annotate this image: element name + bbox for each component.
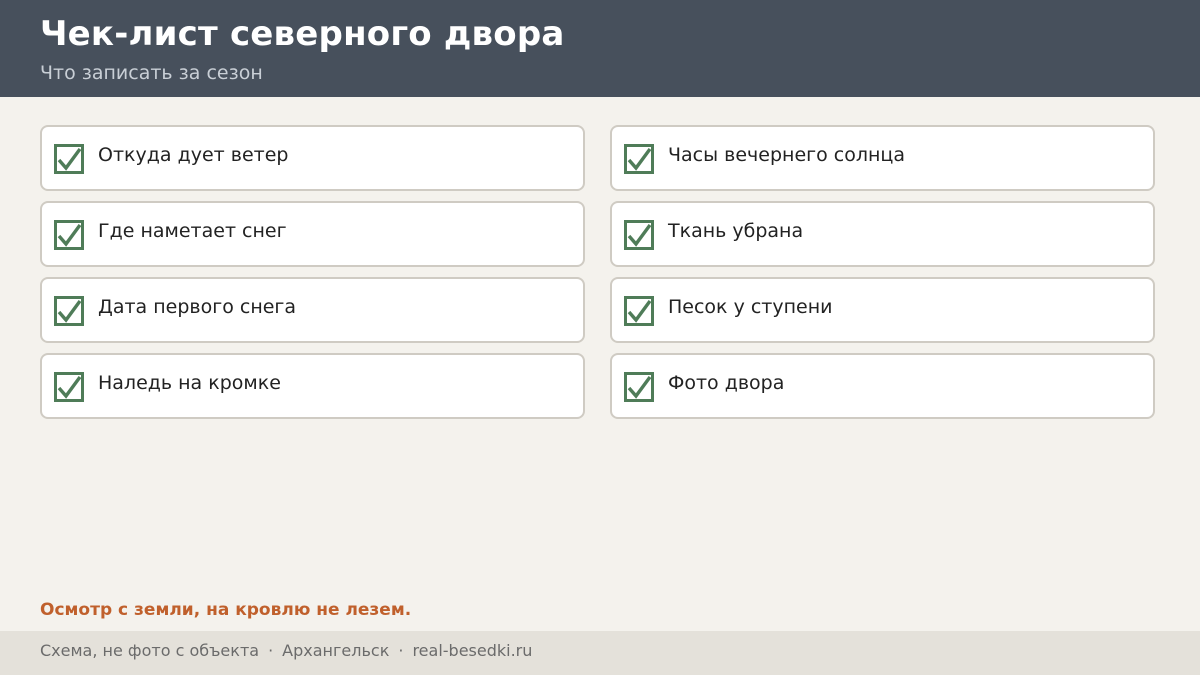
checklist-item-label: Песок у ступени (668, 296, 833, 318)
checkmark-icon[interactable] (624, 144, 654, 174)
checklist-item[interactable]: Ткань убрана (610, 201, 1155, 267)
safety-note: Осмотр с земли, на кровлю не лезем. (40, 600, 412, 620)
checklist-item[interactable]: Песок у ступени (610, 277, 1155, 343)
checkmark-icon[interactable] (54, 220, 84, 250)
checklist-item[interactable]: Дата первого снега (40, 277, 585, 343)
header-bar: Чек-лист северного двора Что записать за… (0, 0, 1200, 97)
checklist-item-label: Фото двора (668, 372, 785, 394)
footer-caption: Схема, не фото с объекта (40, 641, 260, 660)
checklist-item[interactable]: Фото двора (610, 353, 1155, 419)
page-subtitle: Что записать за сезон (40, 62, 263, 84)
checklist-item-label: Часы вечернего солнца (668, 144, 905, 166)
footer-city: Архангельск (282, 641, 390, 660)
page-title: Чек-лист северного двора (40, 14, 565, 54)
checklist-item-label: Откуда дует ветер (98, 144, 289, 166)
checklist-item-label: Дата первого снега (98, 296, 297, 318)
checkmark-icon[interactable] (624, 372, 654, 402)
footer-separator: · (268, 641, 274, 660)
checkmark-icon[interactable] (54, 372, 84, 402)
checklist-item[interactable]: Наледь на кромке (40, 353, 585, 419)
checkmark-icon[interactable] (54, 296, 84, 326)
footer-text: Схема, не фото с объекта · Архангельск · rea… (40, 641, 532, 660)
footer-separator: · (398, 641, 404, 660)
checklist-item[interactable]: Где наметает снег (40, 201, 585, 267)
checklist-item-label: Где наметает снег (98, 220, 287, 242)
checklist-left-column: Откуда дует ветер Где наметает снег Дата… (40, 125, 585, 429)
checkmark-icon[interactable] (624, 220, 654, 250)
checklist-right-column: Часы вечернего солнца Ткань убрана Песок… (610, 125, 1155, 429)
checkmark-icon[interactable] (624, 296, 654, 326)
checkmark-icon[interactable] (54, 144, 84, 174)
checklist-item[interactable]: Часы вечернего солнца (610, 125, 1155, 191)
footer-site-link[interactable]: real-besedki.ru (412, 641, 532, 660)
checklist-item[interactable]: Откуда дует ветер (40, 125, 585, 191)
checklist-item-label: Ткань убрана (668, 220, 804, 242)
footer-bar: Схема, не фото с объекта · Архангельск · rea… (0, 631, 1200, 675)
checklist-item-label: Наледь на кромке (98, 372, 281, 394)
